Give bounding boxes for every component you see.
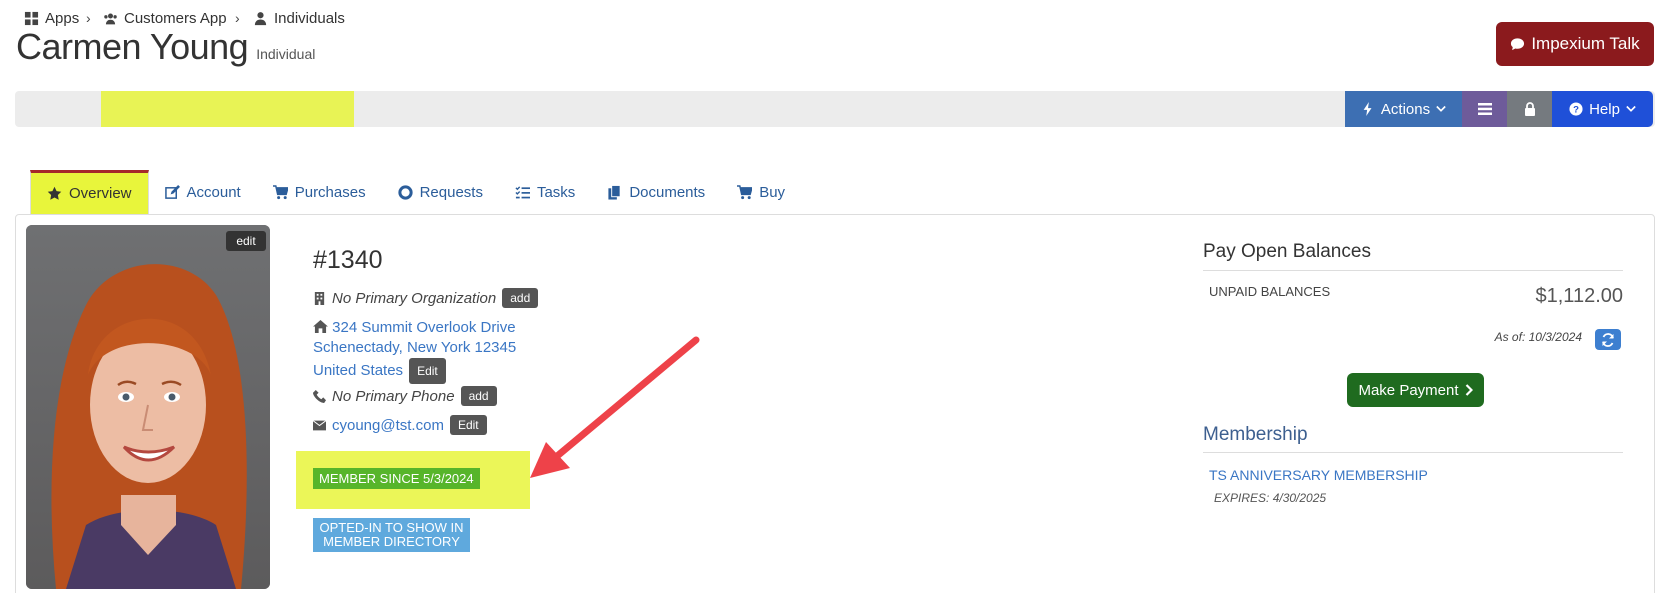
list-icon — [1477, 103, 1492, 115]
divider — [1203, 270, 1623, 271]
organization-row: No Primary Organization add — [313, 288, 539, 308]
tab-purchases[interactable]: Purchases — [257, 170, 382, 214]
divider — [1203, 452, 1623, 453]
organization-text: No Primary Organization — [332, 289, 497, 307]
chevron-down-icon — [1436, 105, 1446, 112]
chevron-down-icon — [1626, 105, 1636, 112]
tab-requests[interactable]: Requests — [382, 170, 499, 214]
tab-overview-label: Overview — [69, 185, 132, 202]
portrait-image — [26, 225, 270, 589]
member-since-badge: MEMBER SINCE 5/3/2024 — [313, 468, 480, 489]
cart-icon — [737, 184, 753, 199]
breadcrumb-customers-app[interactable]: Customers App — [103, 0, 227, 36]
user-icon — [254, 11, 267, 25]
as-of-date: As of: 10/3/2024 — [1494, 330, 1582, 344]
chat-icon — [1511, 37, 1525, 50]
lock-icon — [1524, 102, 1535, 116]
address-line3[interactable]: United States — [313, 362, 403, 379]
building-icon — [314, 291, 325, 305]
checklist-icon — [515, 185, 530, 198]
membership-expires: EXPIRES: 4/30/2025 — [1214, 491, 1327, 505]
address-line1[interactable]: 324 Summit Overlook Drive — [332, 319, 515, 336]
lifebuoy-icon — [397, 184, 413, 200]
phone-row: No Primary Phone add — [313, 386, 497, 406]
impexium-talk-button[interactable]: Impexium Talk — [1496, 22, 1654, 66]
phone-icon — [313, 389, 326, 403]
cart-icon — [272, 184, 288, 199]
email-link[interactable]: cyoung@tst.com — [332, 417, 444, 434]
breadcrumb-apps[interactable]: Apps — [24, 0, 79, 36]
list-button[interactable] — [1462, 91, 1507, 127]
star-icon — [47, 186, 62, 200]
help-label: Help — [1589, 100, 1620, 118]
annotation-arrow — [530, 336, 700, 478]
tab-account-label: Account — [186, 183, 241, 201]
unpaid-amount: $1,112.00 — [1535, 285, 1624, 307]
customer-id: #1340 — [313, 246, 383, 274]
refresh-icon — [1602, 332, 1614, 347]
tab-buy[interactable]: Buy — [721, 170, 801, 214]
tab-requests-label: Requests — [419, 183, 483, 201]
grid-icon — [24, 11, 39, 25]
tab-tasks[interactable]: Tasks — [499, 170, 591, 214]
refresh-button[interactable] — [1595, 329, 1621, 350]
chevron-right-icon: › — [235, 10, 240, 26]
tab-documents-label: Documents — [629, 183, 706, 201]
address-line2[interactable]: Schenectady, New York 12345 — [313, 339, 516, 356]
edit-icon — [164, 184, 180, 199]
customer-type: Individual — [256, 46, 316, 62]
documents-icon — [608, 184, 621, 200]
tab-tasks-label: Tasks — [536, 183, 576, 201]
address-block: 324 Summit Overlook Drive Schenectady, N… — [313, 318, 516, 384]
tab-overview[interactable]: Overview — [30, 170, 149, 214]
chevron-right-icon: › — [86, 10, 91, 26]
actions-label: Actions — [1380, 100, 1431, 118]
add-organization-button[interactable]: add — [502, 288, 539, 308]
breadcrumb-highlight — [101, 91, 354, 127]
breadcrumb-customers-label: Customers App — [124, 9, 227, 27]
actions-button[interactable]: Actions — [1345, 91, 1462, 127]
help-button[interactable]: ? Help — [1552, 91, 1653, 127]
photo-edit-button[interactable]: edit — [226, 231, 266, 251]
tab-account[interactable]: Account — [149, 170, 257, 214]
email-row: cyoung@tst.com Edit — [313, 415, 487, 435]
bolt-icon — [1363, 102, 1372, 116]
breadcrumb-individuals[interactable]: Individuals — [253, 0, 345, 36]
breadcrumb-apps-label: Apps — [45, 9, 80, 27]
chevron-right-icon — [1465, 384, 1473, 396]
membership-name[interactable]: TS ANNIVERSARY MEMBERSHIP — [1209, 467, 1428, 483]
toolbar-actions: Actions ? Help — [1345, 91, 1653, 127]
address-edit-button[interactable]: Edit — [409, 358, 446, 384]
pay-balances-title: Pay Open Balances — [1203, 241, 1371, 262]
envelope-icon — [313, 419, 326, 430]
opted-in-badge: OPTED-IN TO SHOW IN MEMBER DIRECTORY — [313, 518, 470, 552]
profile-photo — [26, 225, 270, 589]
tab-buy-label: Buy — [759, 183, 786, 201]
question-circle-icon: ? — [1569, 102, 1583, 116]
impexium-talk-label: Impexium Talk — [1531, 34, 1640, 53]
home-icon — [313, 320, 328, 333]
users-icon — [104, 13, 117, 24]
tab-purchases-label: Purchases — [294, 183, 366, 201]
add-phone-button[interactable]: add — [460, 386, 497, 406]
email-edit-button[interactable]: Edit — [449, 415, 487, 435]
tab-bar: Overview Account Purchases Requests Task… — [30, 170, 801, 214]
phone-text: No Primary Phone — [332, 387, 455, 405]
tab-documents[interactable]: Documents — [591, 170, 721, 214]
make-payment-label: Make Payment — [1358, 381, 1459, 399]
membership-title: Membership — [1203, 424, 1308, 445]
breadcrumb-individuals-label: Individuals — [274, 9, 345, 27]
lock-button[interactable] — [1507, 91, 1552, 127]
svg-text:?: ? — [1573, 105, 1579, 116]
make-payment-button[interactable]: Make Payment — [1347, 373, 1484, 407]
unpaid-balances-label: UNPAID BALANCES — [1209, 284, 1331, 299]
